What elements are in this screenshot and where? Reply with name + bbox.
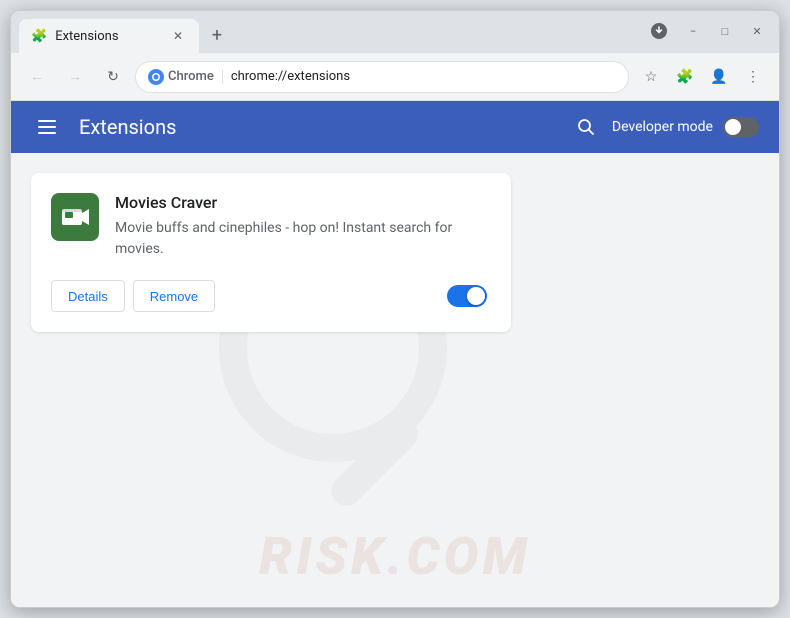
url-display: chrome://extensions bbox=[231, 69, 616, 84]
sidebar-menu-button[interactable] bbox=[31, 111, 63, 143]
extension-icon bbox=[51, 193, 99, 241]
tab-close-button[interactable]: ✕ bbox=[169, 27, 187, 45]
chrome-security-indicator: Chrome bbox=[148, 69, 214, 85]
hamburger-line-1 bbox=[38, 120, 56, 122]
reload-button[interactable]: ↻ bbox=[97, 61, 129, 93]
browser-toolbar: ← → ↻ Chrome chrome://extensions ☆ 🧩 👤 ⋮ bbox=[11, 53, 779, 101]
details-button[interactable]: Details bbox=[51, 280, 125, 312]
minimize-button[interactable]: − bbox=[679, 20, 707, 42]
card-header: Movies Craver Movie buffs and cinephiles… bbox=[51, 193, 487, 260]
extension-toggle-knob bbox=[467, 287, 485, 305]
movie-camera-icon bbox=[60, 202, 90, 232]
menu-button[interactable]: ⋮ bbox=[737, 61, 769, 93]
toggle-knob bbox=[725, 119, 741, 135]
close-button[interactable]: ✕ bbox=[743, 20, 771, 42]
bookmark-button[interactable]: ☆ bbox=[635, 61, 667, 93]
window-controls: − □ ✕ bbox=[643, 15, 771, 53]
chrome-logo-icon bbox=[148, 69, 164, 85]
back-button[interactable]: ← bbox=[21, 61, 53, 93]
download-button[interactable] bbox=[643, 15, 675, 47]
developer-mode-label: Developer mode bbox=[612, 119, 713, 135]
extensions-button[interactable]: 🧩 bbox=[669, 61, 701, 93]
developer-mode-toggle[interactable] bbox=[723, 117, 759, 137]
extension-card: Movies Craver Movie buffs and cinephiles… bbox=[31, 173, 511, 332]
tab-title: Extensions bbox=[55, 29, 161, 44]
chrome-label: Chrome bbox=[168, 69, 214, 84]
search-button[interactable] bbox=[570, 111, 602, 143]
address-bar[interactable]: Chrome chrome://extensions bbox=[135, 61, 629, 93]
tab-favicon: 🧩 bbox=[31, 29, 47, 44]
main-content: Movies Craver Movie buffs and cinephiles… bbox=[11, 153, 779, 607]
extensions-header: Extensions Developer mode bbox=[11, 101, 779, 153]
extension-description: Movie buffs and cinephiles - hop on! Ins… bbox=[115, 218, 487, 260]
hamburger-line-3 bbox=[38, 132, 56, 134]
profile-button[interactable]: 👤 bbox=[703, 61, 735, 93]
browser-window: 🧩 Extensions ✕ + − □ ✕ ← → ↻ bbox=[10, 10, 780, 608]
forward-button[interactable]: → bbox=[59, 61, 91, 93]
active-tab[interactable]: 🧩 Extensions ✕ bbox=[19, 19, 199, 53]
maximize-button[interactable]: □ bbox=[711, 20, 739, 42]
extension-info: Movies Craver Movie buffs and cinephiles… bbox=[115, 193, 487, 260]
page-title: Extensions bbox=[79, 115, 554, 139]
extension-enable-toggle[interactable] bbox=[447, 285, 487, 307]
search-icon bbox=[577, 118, 595, 136]
title-bar: 🧩 Extensions ✕ + − □ ✕ bbox=[11, 11, 779, 53]
extension-name: Movies Craver bbox=[115, 193, 487, 212]
new-tab-button[interactable]: + bbox=[203, 21, 231, 49]
watermark-text: RISK.COM bbox=[259, 526, 530, 587]
card-actions: Details Remove bbox=[51, 280, 487, 312]
hamburger-line-2 bbox=[38, 126, 56, 128]
toolbar-action-icons: ☆ 🧩 👤 ⋮ bbox=[635, 61, 769, 93]
remove-button[interactable]: Remove bbox=[133, 280, 215, 312]
developer-mode-section: Developer mode bbox=[570, 111, 759, 143]
address-divider bbox=[222, 70, 223, 84]
